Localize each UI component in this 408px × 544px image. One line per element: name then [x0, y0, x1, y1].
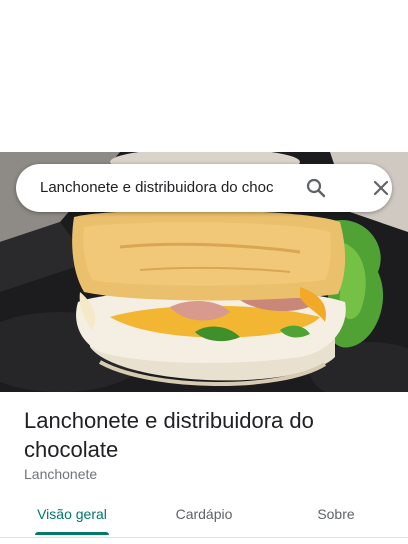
- search-input[interactable]: Lanchonete e distribuidora do choc: [40, 164, 302, 212]
- close-icon[interactable]: [369, 176, 393, 200]
- place-category: Lanchonete: [24, 466, 98, 482]
- tab-visao-geral[interactable]: Visão geral: [22, 494, 122, 534]
- tab-sobre[interactable]: Sobre: [286, 494, 386, 534]
- search-icon[interactable]: [304, 176, 328, 200]
- tabs-divider: [0, 537, 408, 538]
- search-bar[interactable]: Lanchonete e distribuidora do choc: [16, 164, 392, 212]
- map-blank-area: [0, 0, 408, 152]
- place-title: Lanchonete e distribuidora do chocolate: [24, 408, 314, 462]
- active-tab-indicator: [35, 532, 109, 535]
- tab-cardapio[interactable]: Cardápio: [154, 494, 254, 534]
- place-tabs: Visão geral Cardápio Sobre: [0, 494, 408, 536]
